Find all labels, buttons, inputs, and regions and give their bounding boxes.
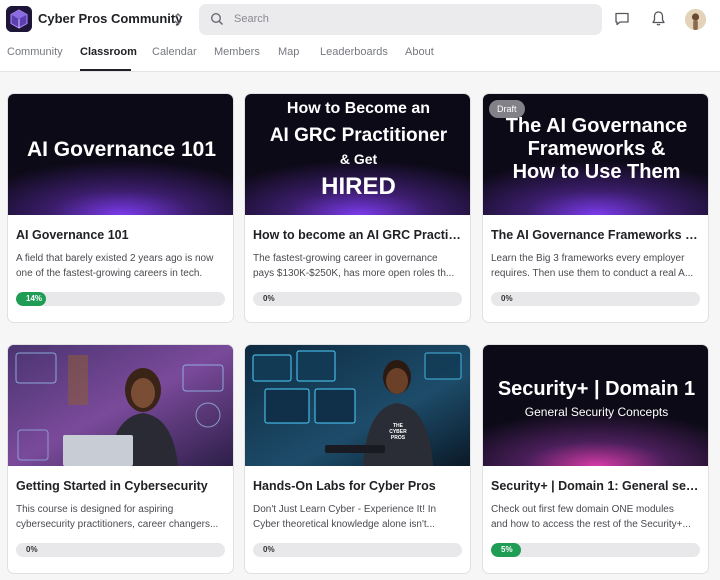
course-progress-bar: 5% bbox=[491, 543, 700, 557]
man-at-monitors-illustration bbox=[245, 345, 470, 466]
course-description-line: The fastest-growing career in governance bbox=[253, 253, 438, 264]
chevron-up-down-icon[interactable] bbox=[171, 11, 185, 27]
nav-tabs: Community Classroom Calendar Members Map… bbox=[0, 44, 720, 72]
course-description-line: cybersecurity practitioners, career chan… bbox=[16, 519, 219, 530]
progress-label: 14% bbox=[26, 294, 43, 303]
progress-label: 0% bbox=[26, 545, 38, 554]
course-description-line: one of the fastest-growing careers in te… bbox=[16, 268, 203, 279]
course-thumbnail: The AI Governance Frameworks & How to Us… bbox=[483, 94, 708, 215]
course-description-line: and how to access the rest of the Securi… bbox=[491, 519, 691, 530]
woman-at-laptop-illustration bbox=[8, 345, 233, 466]
course-description: This course is designed for aspiring cyb… bbox=[16, 502, 227, 532]
thumbnail-title-line: How to Use Them bbox=[512, 161, 681, 183]
thumbnail-title-line: How to Become an bbox=[286, 100, 431, 117]
search-input[interactable] bbox=[234, 9, 584, 29]
course-card-ai-governance-101[interactable]: AI Governance 101 AI Governance 101 A fi… bbox=[7, 93, 234, 323]
course-progress-bar: 0% bbox=[253, 543, 462, 557]
draft-badge: Draft bbox=[489, 100, 525, 118]
tab-calendar[interactable]: Calendar bbox=[152, 46, 197, 58]
course-description: Don't Just Learn Cyber - Experience It! … bbox=[253, 502, 464, 532]
shirt-logo-line: PROS bbox=[390, 435, 406, 441]
thumbnail-title: AI Governance 101 bbox=[26, 138, 217, 161]
course-title: How to become an AI GRC Practiti... bbox=[253, 228, 464, 242]
course-progress-bar: 0% bbox=[491, 292, 700, 306]
user-avatar[interactable] bbox=[685, 9, 706, 30]
thumbnail-title-line: Security+ | Domain 1 bbox=[497, 378, 696, 400]
tab-map[interactable]: Map bbox=[278, 46, 299, 58]
course-thumbnail: AI Governance 101 bbox=[8, 94, 233, 215]
course-thumbnail: Security+ | Domain 1 General Security Co… bbox=[483, 345, 708, 466]
course-thumbnail: How to Become an AI GRC Practitioner & G… bbox=[245, 94, 470, 215]
course-card-ai-grc-practitioner[interactable]: How to Become an AI GRC Practitioner & G… bbox=[244, 93, 471, 323]
thumbnail-subtitle: General Security Concepts bbox=[524, 405, 669, 419]
course-description: Learn the Big 3 frameworks every employe… bbox=[491, 251, 702, 281]
search-icon bbox=[210, 12, 224, 26]
thumbnail-title-line: HIRED bbox=[321, 173, 396, 200]
course-description: The fastest-growing career in governance… bbox=[253, 251, 464, 281]
thumbnail-title-line: Frameworks & bbox=[527, 138, 666, 160]
course-card-security-plus-domain-1[interactable]: Security+ | Domain 1 General Security Co… bbox=[482, 344, 709, 574]
tab-members[interactable]: Members bbox=[214, 46, 260, 58]
tab-leaderboards[interactable]: Leaderboards bbox=[320, 46, 388, 58]
top-header: Cyber Pros Community Community Classroom… bbox=[0, 0, 720, 72]
course-title: Getting Started in Cybersecurity bbox=[16, 479, 208, 493]
course-card-ai-governance-frameworks[interactable]: The AI Governance Frameworks & How to Us… bbox=[482, 93, 709, 323]
course-thumbnail-photo: THE CYBER PROS bbox=[245, 345, 470, 466]
course-card-getting-started-cybersecurity[interactable]: Getting Started in Cybersecurity This co… bbox=[7, 344, 234, 574]
chat-icon[interactable] bbox=[614, 11, 630, 27]
tab-classroom[interactable]: Classroom bbox=[80, 46, 137, 58]
course-description-line: A field that barely existed 2 years ago … bbox=[16, 253, 214, 264]
thumbnail-title-line: & Get bbox=[339, 151, 378, 167]
course-title: AI Governance 101 bbox=[16, 228, 129, 242]
active-tab-indicator bbox=[80, 69, 131, 71]
avatar-image bbox=[685, 9, 706, 30]
progress-label: 0% bbox=[501, 294, 513, 303]
community-logo[interactable] bbox=[6, 6, 32, 32]
course-progress-bar: 0% bbox=[16, 543, 225, 557]
progress-label: 0% bbox=[263, 545, 275, 554]
progress-label: 0% bbox=[263, 294, 275, 303]
course-title: Hands-On Labs for Cyber Pros bbox=[253, 479, 436, 493]
course-description: A field that barely existed 2 years ago … bbox=[16, 251, 227, 281]
thumbnail-title-line: AI GRC Practitioner bbox=[269, 125, 448, 146]
course-description: Check out first few domain ONE modules a… bbox=[491, 502, 702, 532]
course-title: The AI Governance Frameworks &... bbox=[491, 228, 702, 242]
course-description-line: Don't Just Learn Cyber - Experience It! … bbox=[253, 504, 437, 515]
course-description-line: requires. Then use them to conduct a rea… bbox=[491, 268, 694, 279]
course-progress-bar: 0% bbox=[253, 292, 462, 306]
cube-logo-icon bbox=[6, 6, 32, 32]
course-title: Security+ | Domain 1: General sec... bbox=[491, 479, 702, 493]
course-description-line: Check out first few domain ONE modules bbox=[491, 504, 674, 515]
course-progress-bar: 14% bbox=[16, 292, 225, 306]
course-thumbnail-photo bbox=[8, 345, 233, 466]
course-description-line: Cyber theoretical knowledge alone isn't.… bbox=[253, 519, 436, 530]
course-description-line: pays $130K-$250K, has more open roles th… bbox=[253, 268, 455, 279]
progress-label: 5% bbox=[501, 545, 513, 554]
bell-icon[interactable] bbox=[651, 10, 666, 27]
community-name[interactable]: Cyber Pros Community bbox=[38, 11, 182, 26]
course-card-hands-on-labs[interactable]: THE CYBER PROS Hands-On Labs for Cyber P… bbox=[244, 344, 471, 574]
course-description-line: This course is designed for aspiring bbox=[16, 504, 174, 515]
thumbnail-title-line: The AI Governance bbox=[505, 115, 688, 137]
tab-community[interactable]: Community bbox=[7, 46, 63, 58]
tab-about[interactable]: About bbox=[405, 46, 434, 58]
shirt-logo-text: THE CYBER PROS bbox=[383, 423, 413, 441]
course-description-line: Learn the Big 3 frameworks every employe… bbox=[491, 253, 685, 264]
